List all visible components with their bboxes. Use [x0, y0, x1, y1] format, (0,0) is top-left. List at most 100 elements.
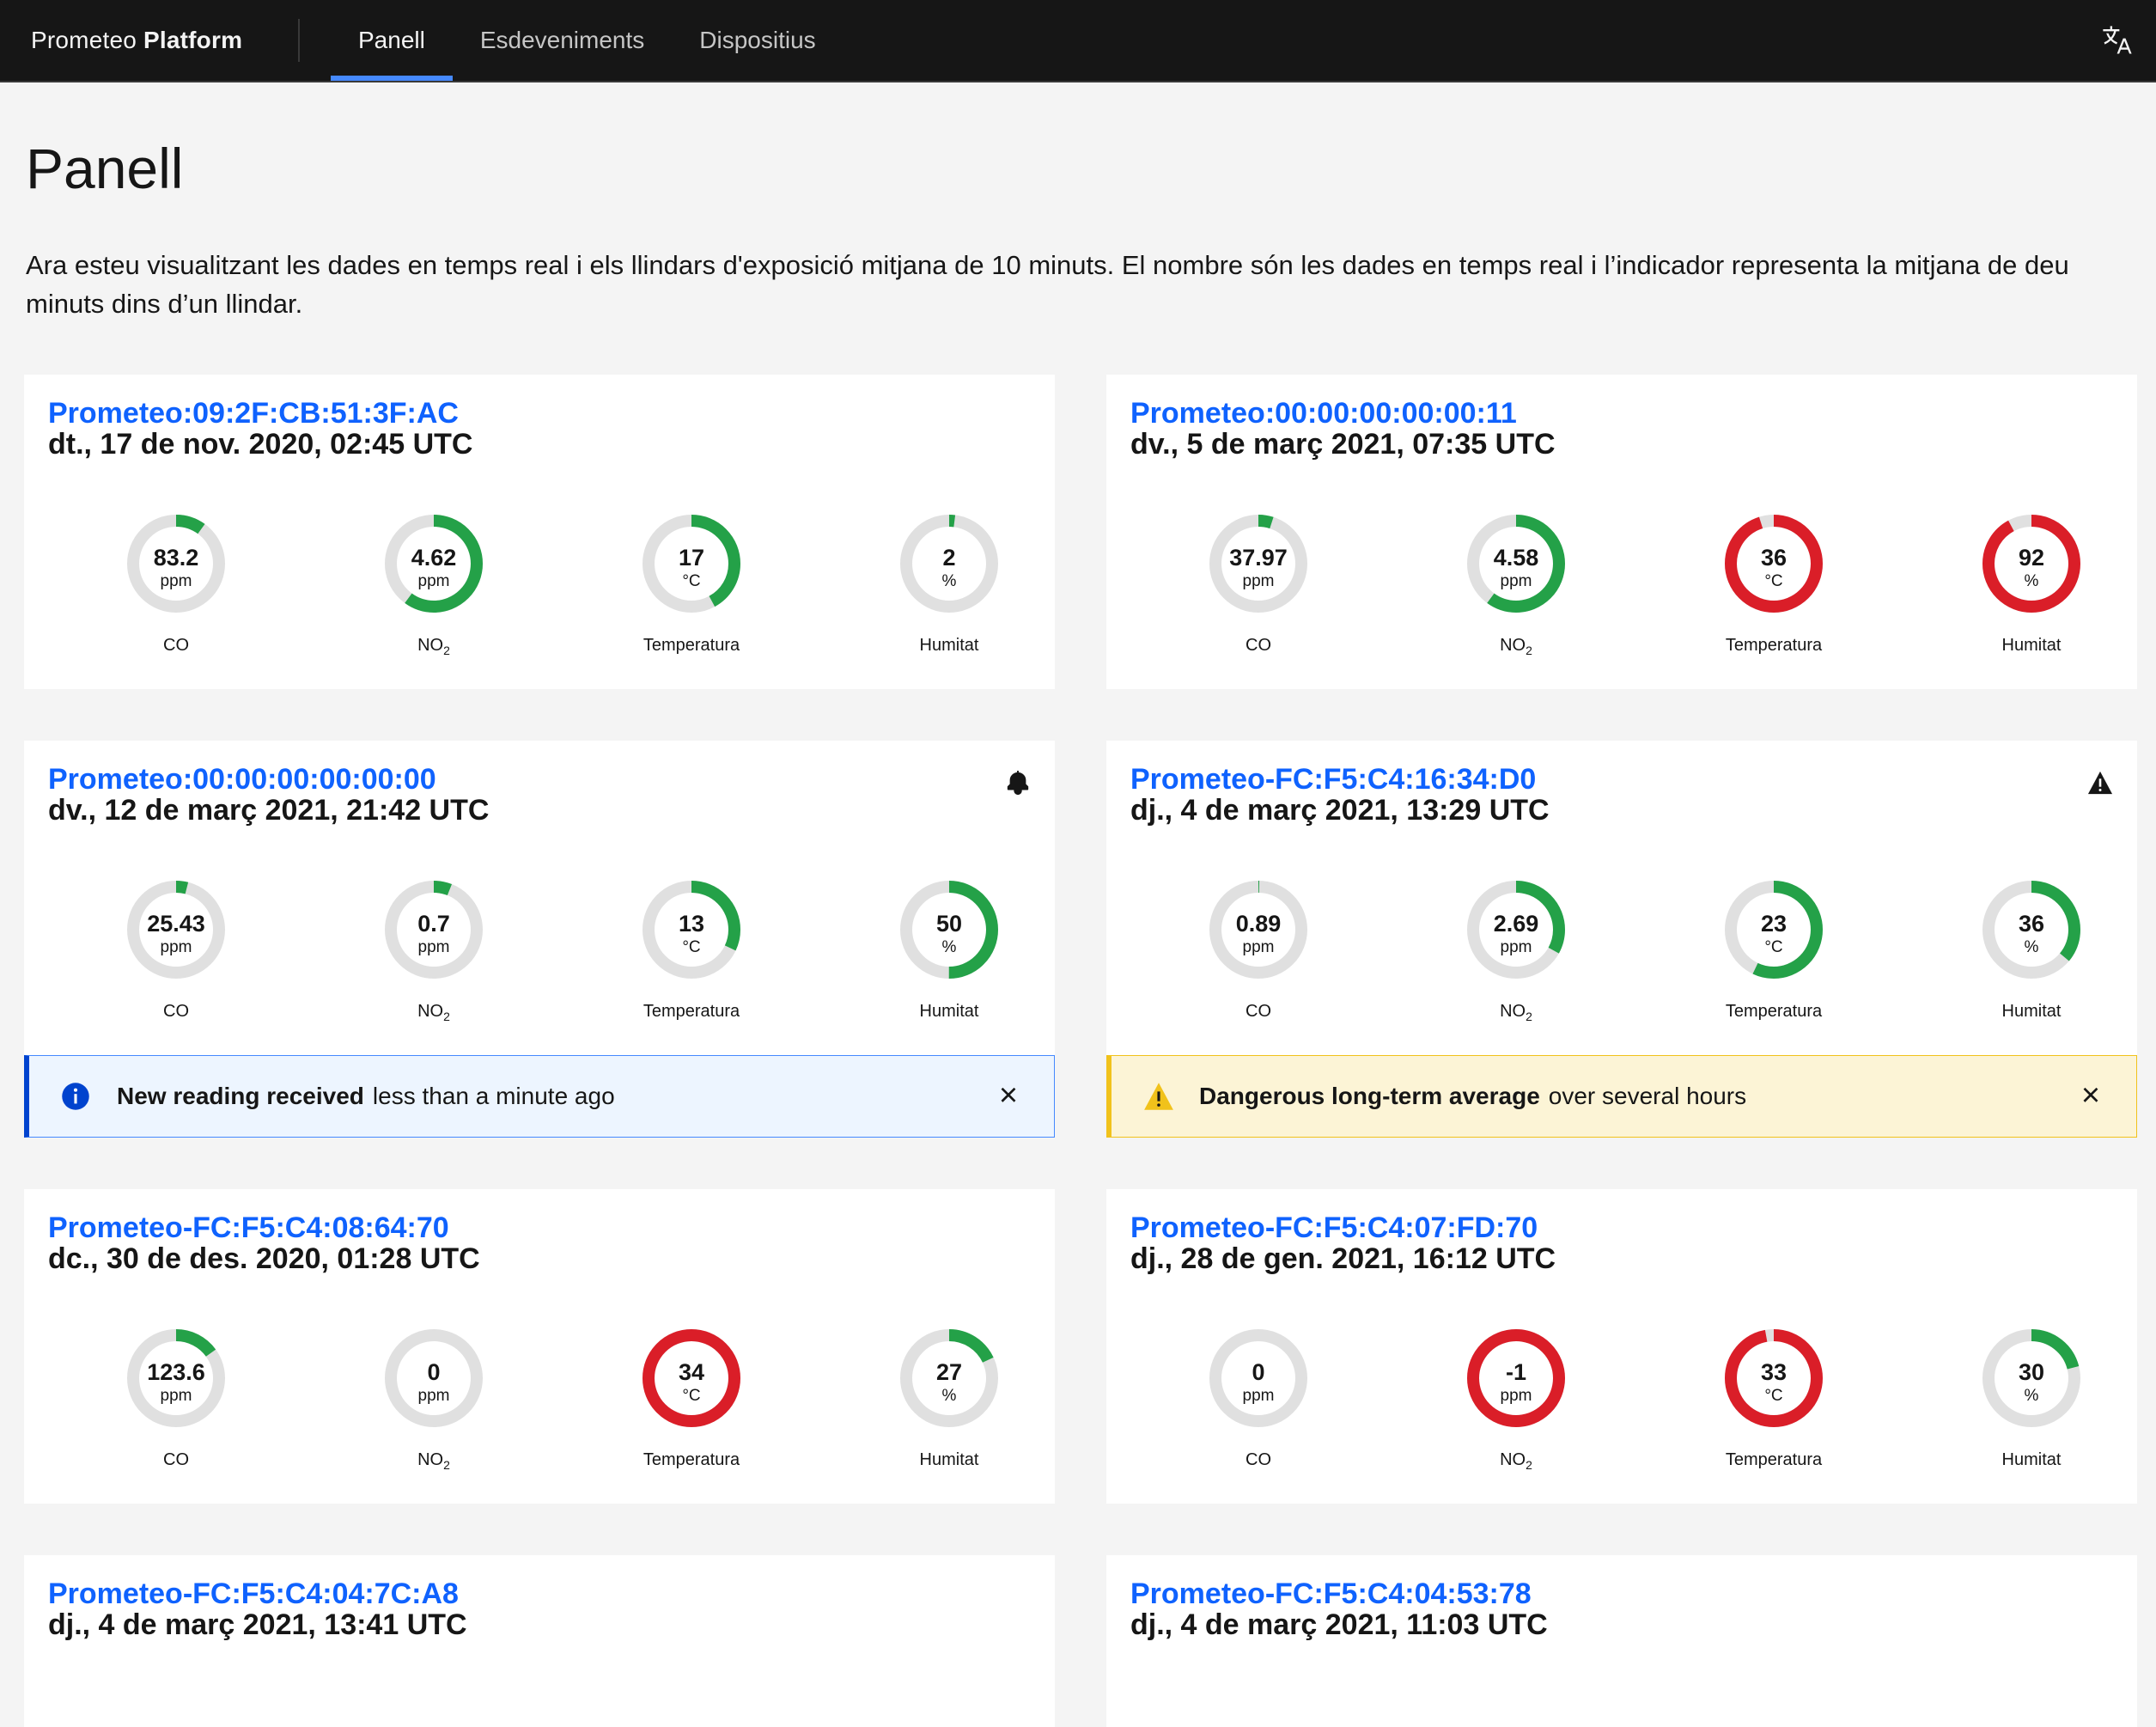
gauge-co: 0.89 ppm CO [1172, 878, 1344, 1050]
device-card: Prometeo-FC:F5:C4:16:34:D0 dj., 4 de març… [1106, 741, 2137, 1055]
device-name-link[interactable]: Prometeo:00:00:00:00:00:11 [1130, 397, 1517, 430]
gauge-unit: °C [682, 572, 701, 590]
gauge-label: Humitat [2001, 1002, 2062, 1021]
device-card: Prometeo-FC:F5:C4:08:64:70 dc., 30 de des… [24, 1189, 1055, 1504]
device-name-link[interactable]: Prometeo-FC:F5:C4:08:64:70 [48, 1211, 449, 1245]
notification-warn: Dangerous long-term average over several … [1106, 1055, 2137, 1138]
device-card: Prometeo:09:2F:CB:51:3F:AC dt., 17 de nov… [24, 375, 1055, 689]
gauge-value: 23 [1760, 911, 1788, 937]
gauge-label: Temperatura [643, 636, 740, 655]
gauge-value: -1 [1505, 1359, 1526, 1385]
gauge-label-sub: 2 [443, 644, 450, 657]
notification-title: New reading received [117, 1083, 364, 1109]
gauge-value: 37.97 [1229, 545, 1288, 571]
gauge-unit: °C [1764, 1387, 1783, 1405]
gauge-label-main: NO [1500, 1002, 1526, 1021]
gauge-value: 2.69 [1493, 911, 1539, 937]
gauge-unit: ppm [1500, 938, 1532, 956]
page-title: Panell [26, 137, 184, 200]
gauge-no2: 4.62 ppm NO2 [348, 512, 520, 684]
gauge-label: Humitat [2001, 1450, 2062, 1469]
device-card: Prometeo:00:00:00:00:00:11 dv., 5 de març… [1106, 375, 2137, 689]
device-timestamp: dc., 30 de des. 2020, 01:28 UTC [48, 1242, 480, 1275]
gauge-label: Temperatura [1725, 1002, 1823, 1021]
gauge-label: Temperatura [1725, 1450, 1823, 1469]
gauge-label: CO [1245, 1002, 1271, 1021]
gauge-unit: % [941, 938, 957, 956]
gauge-label: Humitat [2001, 636, 2062, 655]
notification-info: New reading received less than a minute a… [24, 1055, 1055, 1138]
gauge-no2: 4.58 ppm NO2 [1430, 512, 1602, 684]
gauge-label-sub: 2 [1526, 644, 1532, 657]
brand-prefix: Prometeo [31, 27, 137, 53]
notification-subtitle: less than a minute ago [372, 1083, 615, 1109]
gauge-label-sub: 2 [443, 1458, 450, 1472]
gauge-unit: °C [1764, 572, 1783, 590]
notification-subtitle: over several hours [1548, 1083, 1747, 1109]
gauge-co: 25.43 ppm CO [90, 878, 262, 1050]
gauge-unit: °C [682, 1387, 701, 1405]
gauge-row: 0.89 ppm CO 2.69 ppm NO2 23 °C Temperatura 36% Hum… [1106, 878, 2137, 1050]
brand-suffix: Platform [143, 27, 243, 53]
gauge-label: CO [163, 636, 189, 655]
gauge-temperature: 23 °C Temperatura [1688, 878, 1860, 1050]
gauge-label: CO [163, 1002, 189, 1021]
gauge-label-sub: 2 [443, 1010, 450, 1023]
device-timestamp: dv., 12 de març 2021, 21:42 UTC [48, 794, 490, 827]
gauge-label-main: NO [417, 1002, 444, 1021]
gauge-label-main: NO [417, 1450, 444, 1469]
device-name-link[interactable]: Prometeo:09:2F:CB:51:3F:AC [48, 397, 459, 430]
nav-tab-esdeveniments[interactable]: Esdeveniments [453, 0, 672, 81]
gauge-unit: ppm [1242, 572, 1275, 590]
device-timestamp: dj., 4 de març 2021, 13:41 UTC [48, 1608, 467, 1641]
gauge-unit: °C [1764, 938, 1783, 956]
gauge-humidity: 92% Humitat [1946, 512, 2117, 684]
gauge-label: CO [163, 1450, 189, 1469]
close-icon[interactable]: × [2074, 1079, 2107, 1113]
gauge-value: 2 [942, 545, 956, 571]
gauge-co: 0 ppm CO [1172, 1327, 1344, 1498]
gauge-unit: % [2024, 938, 2039, 956]
top-navigation-bar: Prometeo Platform Panell Esdeveniments D… [0, 0, 2156, 82]
platform-brand[interactable]: Prometeo Platform [0, 19, 300, 62]
gauge-humidity: 30% Humitat [1946, 1327, 2117, 1498]
gauge-row: 37.97 ppm CO 4.58 ppm NO2 36 °C Temperatura 92% Hu… [1106, 512, 2137, 684]
device-name-link[interactable]: Prometeo:00:00:00:00:00:00 [48, 763, 436, 796]
nav-tab-panell[interactable]: Panell [331, 0, 453, 81]
gauge-co: 123.6 ppm CO [90, 1327, 262, 1498]
gauge-row: 83.2 ppm CO 4.62 ppm NO2 17 °C Temperatura 2% Humi… [24, 512, 1055, 684]
device-name-link[interactable]: Prometeo-FC:F5:C4:16:34:D0 [1130, 763, 1536, 796]
gauge-value: 33 [1760, 1359, 1788, 1385]
device-name-link[interactable]: Prometeo-FC:F5:C4:04:7C:A8 [48, 1577, 459, 1611]
close-icon[interactable]: × [992, 1079, 1025, 1113]
device-name-link[interactable]: Prometeo-FC:F5:C4:04:53:78 [1130, 1577, 1532, 1611]
gauge-unit: ppm [160, 572, 192, 590]
gauge-temperature: 13 °C Temperatura [606, 878, 777, 1050]
gauge-row: 0 ppm CO -1 ppm NO2 33 °C Temperatura 30% Humitat [1106, 1327, 2137, 1498]
gauge-value: 30 [2018, 1359, 2045, 1385]
gauge-unit: ppm [160, 938, 192, 956]
gauge-value: 92 [2018, 545, 2045, 571]
gauge-unit: % [2024, 572, 2039, 590]
gauge-value: 4.58 [1493, 545, 1539, 571]
device-card: Prometeo-FC:F5:C4:07:FD:70 dj., 28 de gen… [1106, 1189, 2137, 1504]
device-name-link[interactable]: Prometeo-FC:F5:C4:07:FD:70 [1130, 1211, 1538, 1245]
gauge-value: 0.7 [417, 911, 450, 937]
gauge-label-main: NO [1500, 636, 1526, 655]
gauge-temperature: 17 °C Temperatura [606, 512, 777, 684]
gauge-label-main: NO [1500, 1450, 1526, 1469]
gauge-label: CO [1245, 636, 1271, 655]
gauge-value: 83.2 [153, 545, 199, 571]
gauge-unit: ppm [417, 1387, 450, 1405]
translate-icon[interactable] [2096, 19, 2139, 62]
nav-tab-dispositius[interactable]: Dispositius [672, 0, 843, 81]
gauge-unit: ppm [1242, 1387, 1275, 1405]
gauge-value: 13 [678, 911, 705, 937]
device-card: Prometeo:00:00:00:00:00:00 dv., 12 de mar… [24, 741, 1055, 1055]
gauge-label: CO [1245, 1450, 1271, 1469]
gauge-label-sub: 2 [1526, 1010, 1532, 1023]
gauge-value: 36 [1760, 545, 1788, 571]
gauge-value: 25.43 [147, 911, 205, 937]
gauge-value: 34 [678, 1359, 705, 1385]
gauge-unit: °C [682, 938, 701, 956]
